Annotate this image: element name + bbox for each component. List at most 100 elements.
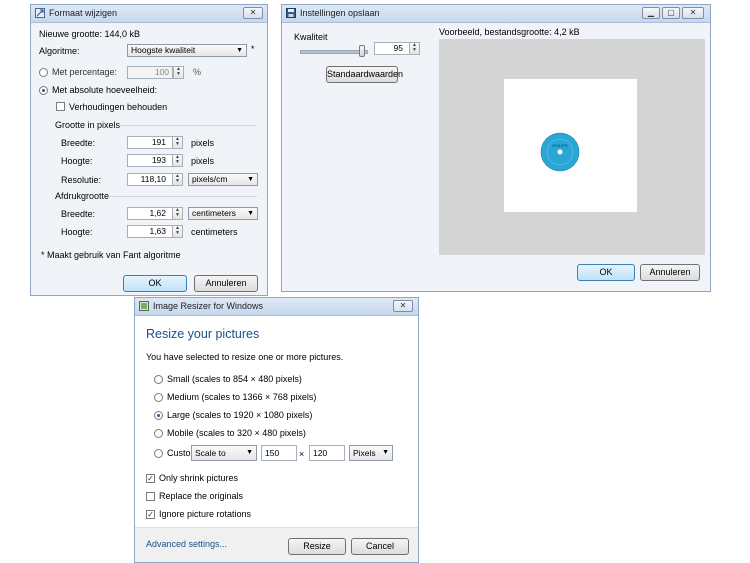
ignore-rotation-checkbox[interactable]: ✓ <box>146 510 155 519</box>
disc-label: PHILIPS <box>552 143 568 148</box>
custom-height-input[interactable]: 120 <box>309 445 345 461</box>
resizer-heading: Resize your pictures <box>146 327 260 341</box>
resolution-unit-select[interactable]: pixels/cm ▼ <box>188 173 258 186</box>
app-icon <box>139 301 149 311</box>
minimize-icon[interactable]: ▁ <box>642 7 660 19</box>
mobile-radio[interactable] <box>154 429 163 438</box>
resolution-label: Resolutie: <box>61 175 102 185</box>
height-label: Hoogte: <box>61 156 93 166</box>
print-height-unit: centimeters <box>191 227 238 237</box>
algorithm-value: Hoogste kwaliteit <box>131 45 196 55</box>
custom-unit-select[interactable]: Pixels ▼ <box>349 445 393 461</box>
medium-label: Medium (scales to 1366 × 768 pixels) <box>167 392 317 402</box>
percentage-radio[interactable] <box>39 68 48 77</box>
quality-spinner[interactable]: ▲ ▼ <box>409 42 420 55</box>
print-size-divider <box>109 196 257 197</box>
medium-radio[interactable] <box>154 393 163 402</box>
print-width-spinner[interactable]: ▲ ▼ <box>172 207 183 220</box>
cancel-button[interactable]: Annuleren <box>194 275 258 292</box>
pixel-size-group-label: Grootte in pixels <box>55 120 121 130</box>
algorithm-select[interactable]: Hoogste kwaliteit ▼ <box>127 44 247 57</box>
cancel-button[interactable]: Annuleren <box>640 264 700 281</box>
preview-area: PHILIPS <box>439 39 705 255</box>
absolute-label: Met absolute hoeveelheid: <box>52 85 158 95</box>
replace-originals-checkbox[interactable] <box>146 492 155 501</box>
custom-times: × <box>299 449 305 459</box>
custom-mode-select[interactable]: Scale to ▼ <box>191 445 257 461</box>
preview-label: Voorbeeld, bestandsgrootte: 4,2 kB <box>439 27 580 37</box>
defaults-button[interactable]: Standaardwaarden <box>326 66 403 83</box>
width-unit: pixels <box>191 138 215 148</box>
small-label: Small (scales to 854 × 480 pixels) <box>167 374 302 384</box>
small-radio[interactable] <box>154 375 163 384</box>
height-unit: pixels <box>191 156 215 166</box>
algorithm-label: Algoritme: <box>39 46 80 56</box>
print-height-label: Hoogte: <box>61 227 93 237</box>
height-spinner[interactable]: ▲ ▼ <box>172 154 183 167</box>
resolution-unit-value: pixels/cm <box>192 174 228 184</box>
only-shrink-checkbox[interactable]: ✓ <box>146 474 155 483</box>
chevron-down-icon: ▼ <box>247 210 254 217</box>
algorithm-asterisk: * <box>251 44 255 54</box>
preview-image: PHILIPS <box>504 79 637 212</box>
ok-button[interactable]: OK <box>123 275 187 292</box>
large-radio[interactable] <box>154 411 163 420</box>
chevron-down-icon: ▼ <box>236 47 243 54</box>
cancel-button[interactable]: Cancel <box>351 538 409 555</box>
large-label: Large (scales to 1920 × 1080 pixels) <box>167 410 313 420</box>
keep-ratio-checkbox[interactable] <box>56 102 65 111</box>
percentage-spinner[interactable]: ▲ ▼ <box>173 66 184 79</box>
print-width-label: Breedte: <box>61 209 96 219</box>
close-icon[interactable]: ✕ <box>682 7 704 19</box>
new-size-text: Nieuwe grootte: 144,0 kB <box>39 29 141 39</box>
percentage-label: Met percentage: <box>52 67 118 77</box>
close-icon[interactable]: ✕ <box>243 7 263 19</box>
save-dialog-title: Instellingen opslaan <box>300 8 380 18</box>
resize-dialog-titlebar[interactable]: Formaat wijzigen ✕ <box>31 5 267 23</box>
chevron-down-icon: ▼ <box>246 449 253 456</box>
pixel-size-divider <box>119 125 257 126</box>
ok-button[interactable]: OK <box>577 264 635 281</box>
absolute-radio[interactable] <box>39 86 48 95</box>
custom-unit-value: Pixels <box>353 448 376 458</box>
resize-dialog: Formaat wijzigen ✕ Nieuwe grootte: 144,0… <box>30 4 268 296</box>
resizer-title: Image Resizer for Windows <box>153 301 264 311</box>
ignore-rotation-label: Ignore picture rotations <box>159 509 252 519</box>
quality-slider-track <box>300 50 368 54</box>
width-spinner[interactable]: ▲ ▼ <box>172 136 183 149</box>
resizer-intro: You have selected to resize one or more … <box>146 352 344 362</box>
quality-slider-thumb[interactable] <box>358 45 365 57</box>
advanced-settings-link[interactable]: Advanced settings... <box>146 539 227 549</box>
print-width-unit-value: centimeters <box>192 208 236 218</box>
background-window-fragment <box>418 300 433 420</box>
percentage-input[interactable]: 100 <box>127 66 173 79</box>
quality-slider[interactable] <box>300 45 368 57</box>
chevron-down-icon: ▼ <box>247 176 254 183</box>
close-icon[interactable]: ✕ <box>393 300 413 312</box>
custom-width-input[interactable]: 150 <box>261 445 297 461</box>
quality-label: Kwaliteit <box>294 32 328 42</box>
print-size-group-label: Afdrukgrootte <box>55 191 110 201</box>
resizer-titlebar[interactable]: Image Resizer for Windows ✕ <box>135 298 418 316</box>
replace-originals-label: Replace the originals <box>159 491 244 501</box>
resize-button[interactable]: Resize <box>288 538 346 555</box>
resize-icon <box>35 8 45 18</box>
custom-mode-value: Scale to <box>195 448 226 458</box>
custom-radio[interactable] <box>154 449 163 458</box>
print-height-spinner[interactable]: ▲ ▼ <box>172 225 183 238</box>
only-shrink-label: Only shrink pictures <box>159 473 239 483</box>
mobile-label: Mobile (scales to 320 × 480 pixels) <box>167 428 306 438</box>
print-width-unit-select[interactable]: centimeters ▼ <box>188 207 258 220</box>
resolution-spinner[interactable]: ▲ ▼ <box>172 173 183 186</box>
chevron-down-icon: ▼ <box>382 449 389 456</box>
footnote: * Maakt gebruik van Fant algoritme <box>41 250 181 260</box>
save-icon <box>286 8 296 18</box>
width-label: Breedte: <box>61 138 96 148</box>
keep-ratio-label: Verhoudingen behouden <box>69 102 168 112</box>
maximize-icon[interactable]: ▢ <box>662 7 680 19</box>
resize-dialog-title: Formaat wijzigen <box>49 8 118 18</box>
image-resizer-dialog: Image Resizer for Windows ✕ Resize your … <box>134 297 419 563</box>
record-disc-icon: PHILIPS <box>540 132 580 172</box>
save-dialog-titlebar[interactable]: Instellingen opslaan ▁ ▢ ✕ <box>282 5 710 23</box>
save-settings-dialog: Instellingen opslaan ▁ ▢ ✕ Kwaliteit 95 … <box>281 4 711 292</box>
